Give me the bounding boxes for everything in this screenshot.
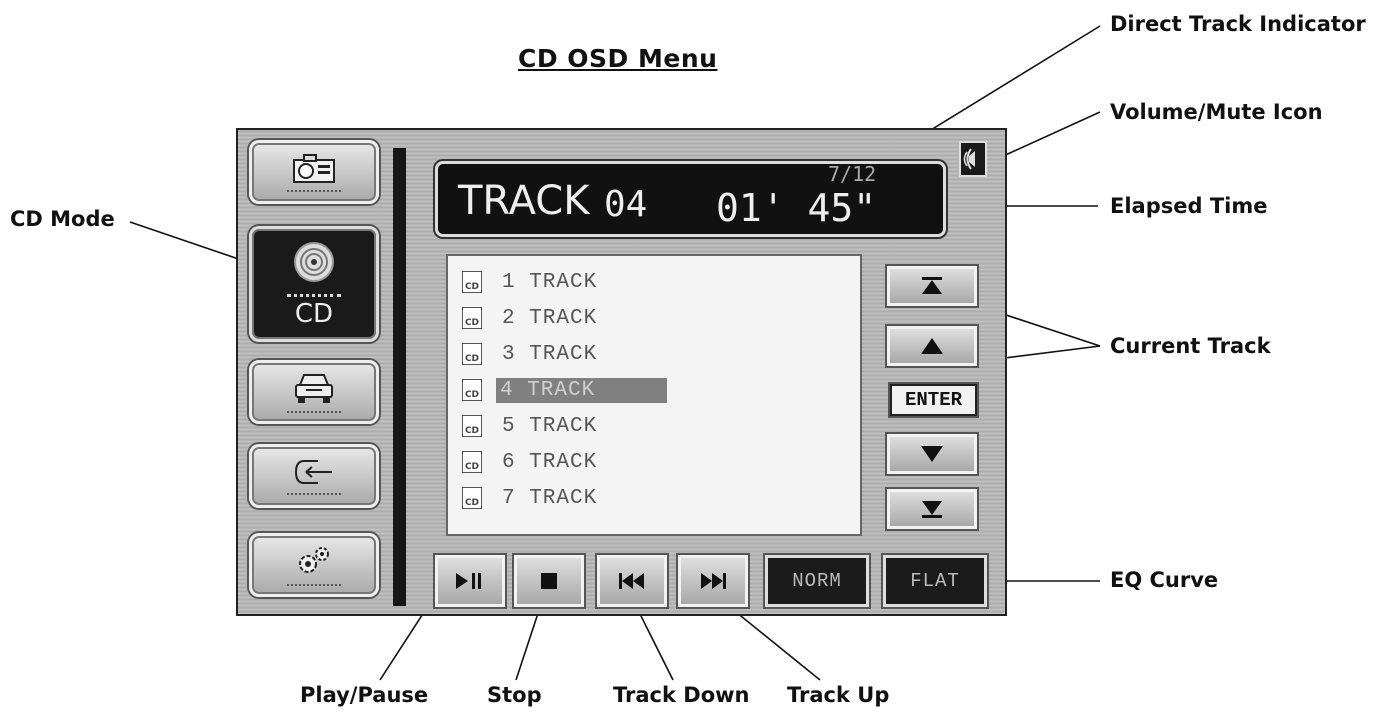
cd-osd-screen: CD TRACK 04 01' 45" 7/12 CD 1 TRACK CD 2… xyxy=(236,128,1007,616)
cd-file-icon: CD xyxy=(462,487,482,509)
eq-curve-button[interactable]: FLAT xyxy=(883,555,987,607)
stop-button[interactable] xyxy=(514,555,584,607)
next-track-icon xyxy=(701,573,726,589)
enter-button[interactable]: ENTER xyxy=(890,384,977,416)
settings-icon xyxy=(299,547,329,573)
down-triangle-icon xyxy=(921,446,943,462)
scroll-down-button[interactable] xyxy=(887,434,977,474)
norm-button[interactable]: NORM xyxy=(765,555,869,607)
track-list: CD 1 TRACK CD 2 TRACK CD 3 TRACK CD 4 TR… xyxy=(446,254,862,536)
previous-track-icon xyxy=(619,573,644,589)
callout-cd-mode: CD Mode xyxy=(10,207,115,231)
cd-file-icon: CD xyxy=(462,271,482,293)
skip-to-top-icon xyxy=(922,277,942,294)
callout-stop: Stop xyxy=(487,683,542,707)
mode-button-cd[interactable]: CD xyxy=(249,226,379,342)
cd-file-icon: CD xyxy=(462,343,482,365)
callout-current-track: Current Track xyxy=(1110,334,1271,358)
car-icon xyxy=(295,374,333,403)
display-track-label: TRACK xyxy=(458,178,590,224)
callout-volume-mute-icon: Volume/Mute Icon xyxy=(1110,100,1323,124)
page-title: CD OSD Menu xyxy=(518,44,718,73)
mode-button-car[interactable] xyxy=(249,360,379,424)
track-list-item[interactable]: CD 3 TRACK xyxy=(462,340,597,368)
sidebar-divider xyxy=(393,148,406,606)
callout-track-up: Track Up xyxy=(787,683,890,707)
track-list-item[interactable]: CD 2 TRACK xyxy=(462,304,597,332)
play-pause-icon xyxy=(456,573,481,589)
cd-mode-label: CD xyxy=(294,298,334,329)
callout-track-down: Track Down xyxy=(613,683,750,707)
disc-icon xyxy=(294,241,334,282)
direct-track-indicator: 7/12 xyxy=(828,162,877,186)
display-track-number: 04 xyxy=(604,184,648,225)
mode-button-settings[interactable] xyxy=(249,533,379,597)
track-display: TRACK 04 01' 45" 7/12 xyxy=(435,161,946,237)
track-list-item[interactable]: CD 6 TRACK xyxy=(462,448,597,476)
track-list-item[interactable]: CD 7 TRACK xyxy=(462,484,597,512)
play-pause-button[interactable] xyxy=(435,555,505,607)
mode-button-input[interactable] xyxy=(249,444,379,508)
track-list-item[interactable]: CD 1 TRACK xyxy=(462,268,597,296)
cd-file-icon: CD xyxy=(462,379,482,401)
mode-button-camera[interactable] xyxy=(249,140,379,204)
cd-file-icon: CD xyxy=(462,415,482,437)
last-track-button[interactable] xyxy=(887,489,977,529)
volume-button[interactable] xyxy=(959,141,987,177)
skip-to-bottom-icon xyxy=(922,501,942,518)
volume-icon xyxy=(963,148,975,170)
input-icon xyxy=(294,460,332,484)
camera-icon xyxy=(293,154,335,183)
scroll-up-button[interactable] xyxy=(887,326,977,366)
first-track-button[interactable] xyxy=(887,266,977,306)
callout-eq-curve: EQ Curve xyxy=(1110,568,1219,592)
stop-icon xyxy=(541,573,557,589)
track-list-item-selected[interactable]: CD 4 TRACK xyxy=(462,376,668,404)
display-elapsed-time: 01' 45" xyxy=(716,186,877,230)
callout-play-pause: Play/Pause xyxy=(300,683,429,707)
callout-direct-track-indicator: Direct Track Indicator xyxy=(1110,12,1366,36)
up-triangle-icon xyxy=(921,338,943,354)
track-list-item[interactable]: CD 5 TRACK xyxy=(462,412,597,440)
cd-file-icon: CD xyxy=(462,451,482,473)
cd-file-icon: CD xyxy=(462,307,482,329)
track-up-button[interactable] xyxy=(678,555,748,607)
track-down-button[interactable] xyxy=(597,555,667,607)
callout-elapsed-time: Elapsed Time xyxy=(1110,194,1268,218)
